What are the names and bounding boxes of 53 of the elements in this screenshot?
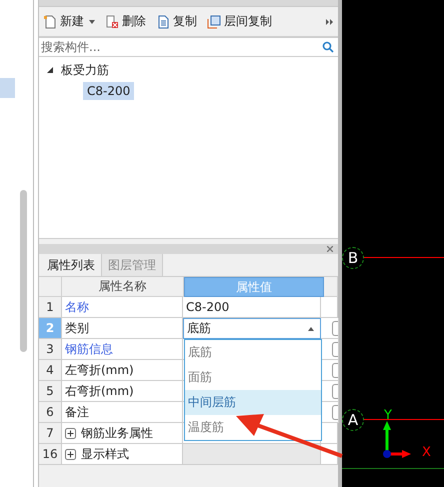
caret-icon (308, 326, 314, 330)
row-number: 5 (39, 381, 62, 402)
close-icon[interactable] (327, 246, 333, 252)
caret-icon (89, 20, 95, 24)
dropdown-option[interactable]: 面筋 (185, 365, 321, 390)
scrollbar-thumb[interactable] (20, 190, 27, 352)
copy-icon (207, 14, 221, 28)
toolbar-button[interactable]: 复制 (156, 13, 197, 30)
document-icon (156, 14, 170, 28)
row-number: 2 (39, 318, 62, 339)
expand-icon[interactable] (47, 67, 53, 73)
property-name: 左弯折(mm) (65, 362, 134, 378)
toolbar-button[interactable]: 删除 (105, 13, 146, 30)
column-header: 属性值 (184, 277, 324, 297)
property-name: 钢筋业务属性 (81, 424, 153, 442)
checkbox[interactable] (332, 362, 338, 378)
toolbar-button[interactable]: 新建 (43, 13, 95, 30)
x-axis-label: X (422, 446, 431, 459)
toolbar-button[interactable]: 层间复制 (207, 13, 272, 30)
checkbox[interactable] (332, 320, 338, 336)
row-number: 3 (39, 339, 62, 360)
property-name: 备注 (65, 404, 89, 420)
property-name: 显示样式 (81, 446, 129, 462)
table-cell: C8-200 (183, 297, 321, 318)
property-name: 类别 (65, 320, 89, 336)
dropdown-option[interactable]: 底筋 (185, 340, 321, 365)
y-axis-label: Y (384, 409, 392, 422)
checkbox[interactable] (332, 342, 338, 356)
search-icon (322, 41, 334, 53)
checkbox[interactable] (332, 384, 338, 398)
axis-label: B (342, 247, 364, 269)
delete-document-icon (105, 14, 119, 28)
tree-item[interactable]: 板受力筋 (61, 62, 109, 78)
dropdown-option[interactable]: 中间层筋 (185, 390, 321, 415)
tree-item[interactable]: C8-200 (83, 82, 134, 100)
expand-icon[interactable] (65, 448, 76, 460)
more-icon[interactable] (326, 18, 334, 24)
property-name: 右弯折(mm) (65, 382, 134, 400)
row-number: 7 (39, 423, 62, 444)
property-link[interactable]: 名称 (65, 298, 89, 316)
row-number: 6 (39, 402, 62, 423)
dropdown-field[interactable]: 底筋 (183, 318, 321, 339)
selected-item-highlight (0, 78, 15, 98)
row-number: 4 (39, 360, 62, 381)
new-document-icon (43, 14, 57, 28)
property-link[interactable]: 钢筋信息 (65, 340, 113, 358)
row-number: 16 (39, 444, 62, 465)
axis-label: A (342, 409, 364, 431)
expand-icon[interactable] (65, 428, 76, 438)
dropdown-option[interactable]: 温度筋 (185, 415, 321, 440)
checkbox[interactable] (332, 404, 338, 420)
column-header: 属性名称 (62, 277, 184, 297)
row-number: 1 (39, 297, 62, 318)
